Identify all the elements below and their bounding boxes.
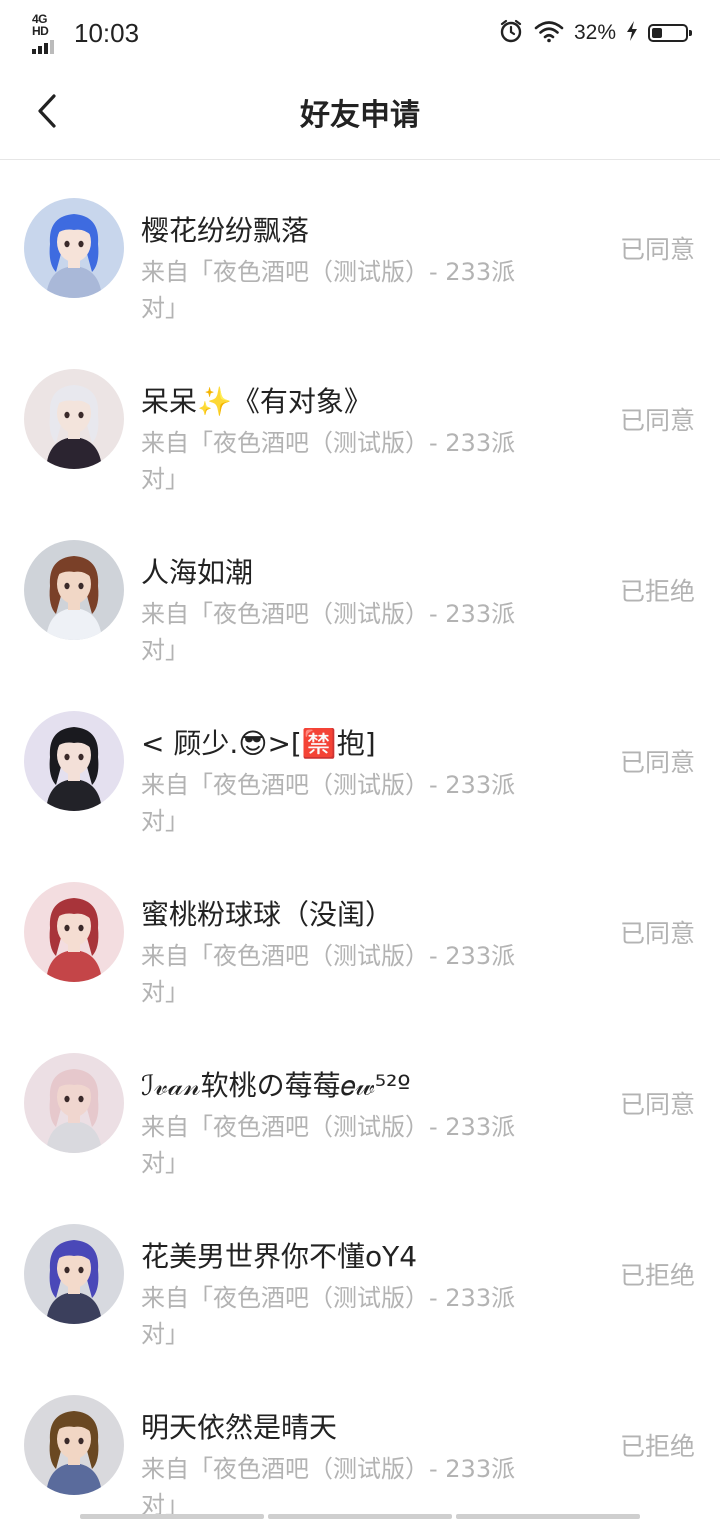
friend-request-row[interactable]: 樱花纷纷飘落来自「夜色酒吧（测试版）- 233派对」 已同意 (0, 160, 720, 331)
avatar[interactable] (24, 711, 124, 811)
avatar-figure-icon (46, 214, 102, 298)
avatar[interactable] (24, 882, 124, 982)
battery-fill (652, 28, 663, 38)
avatar-figure-icon (46, 556, 102, 640)
avatar[interactable] (24, 198, 124, 298)
request-source: 来自「夜色酒吧（测试版）- 233派对」 (141, 771, 516, 835)
request-status: 已拒绝 (619, 1432, 695, 1461)
wifi-icon (534, 19, 564, 48)
request-status: 已同意 (619, 1090, 695, 1119)
requester-name: 人海如潮 (141, 556, 254, 589)
requester-name: 明天依然是晴天 (141, 1411, 338, 1444)
request-status: 已同意 (619, 235, 695, 264)
requester-name: 呆呆✨《有对象》 (141, 385, 372, 418)
friend-request-row[interactable]: 呆呆✨《有对象》来自「夜色酒吧（测试版）- 233派对」 已同意 (0, 331, 720, 502)
avatar-figure-icon (46, 1069, 102, 1153)
page-title: 好友申请 (300, 98, 420, 133)
request-status: 已同意 (619, 748, 695, 777)
request-source: 来自「夜色酒吧（测试版）- 233派对」 (141, 1284, 516, 1348)
requester-name: ℐ𝓋𝒶𝓃软桃の莓莓𝑒𝓌⁵²º (141, 1069, 411, 1102)
avatar[interactable] (24, 1053, 124, 1153)
requester-name: < 顾少.😎>[🈲抱] (141, 727, 376, 760)
request-status: 已同意 (619, 406, 695, 435)
friend-request-row[interactable]: 人海如潮来自「夜色酒吧（测试版）- 233派对」 已拒绝 (0, 502, 720, 673)
avatar[interactable] (24, 540, 124, 640)
status-bar: 4G HD 10:03 32% (0, 0, 720, 66)
avatar[interactable] (24, 1395, 124, 1495)
friend-request-row[interactable]: < 顾少.😎>[🈲抱] 来自「夜色酒吧（测试版）- 233派对」 已同意 (0, 673, 720, 844)
avatar[interactable] (24, 1224, 124, 1324)
avatar-figure-icon (46, 1240, 102, 1324)
request-source: 来自「夜色酒吧（测试版）- 233派对」 (141, 600, 516, 664)
request-source: 来自「夜色酒吧（测试版）- 233派对」 (141, 429, 516, 493)
request-source: 来自「夜色酒吧（测试版）- 233派对」 (141, 942, 516, 1006)
request-source: 来自「夜色酒吧（测试版）- 233派对」 (141, 1455, 516, 1519)
charging-icon (626, 20, 638, 46)
request-status: 已拒绝 (619, 577, 695, 606)
request-source: 来自「夜色酒吧（测试版）- 233派对」 (141, 258, 516, 322)
top-nav-bar: 好友申请 (0, 66, 720, 160)
request-status: 已拒绝 (619, 1261, 695, 1290)
scroll-indicator (80, 1514, 640, 1519)
requester-name: 花美男世界你不懂oY4 (141, 1240, 418, 1273)
friend-request-list: 樱花纷纷飘落 来自「夜色酒吧（测试版）- 233派对」 已同意 呆呆✨《有对象》 来自「… (0, 160, 720, 1528)
battery-percent: 32% (573, 21, 616, 44)
avatar-figure-icon (46, 727, 102, 811)
requester-name: 樱花纷纷飘落 (141, 214, 310, 247)
friend-request-row[interactable]: 花美男世界你不懂oY4 来自「夜色酒吧（测试版）- 233派对」 已拒绝 (0, 1186, 720, 1357)
requester-name: 蜜桃粉球球（没闺） (141, 898, 394, 931)
avatar[interactable] (24, 369, 124, 469)
network-label: 4G HD (32, 11, 49, 38)
network-indicator: 4G HD (32, 13, 64, 54)
request-source: 来自「夜色酒吧（测试版）- 233派对」 (141, 1113, 516, 1177)
avatar-figure-icon (46, 1411, 102, 1495)
alarm-icon (498, 18, 524, 49)
friend-request-row[interactable]: ℐ𝓋𝒶𝓃软桃の莓莓𝑒𝓌⁵²º 来自「夜色酒吧（测试版）- 233派对」 已同意 (0, 1015, 720, 1186)
avatar-figure-icon (46, 385, 102, 469)
avatar-figure-icon (46, 898, 102, 982)
signal-icon (32, 39, 54, 54)
friend-request-row[interactable]: 明天依然是晴天来自「夜色酒吧（测试版）- 233派对」 已拒绝 (0, 1357, 720, 1528)
status-time: 10:03 (74, 17, 140, 48)
request-status: 已同意 (619, 919, 695, 948)
battery-icon (648, 24, 692, 42)
friend-request-row[interactable]: 蜜桃粉球球（没闺） 来自「夜色酒吧（测试版）- 233派对」 已同意 (0, 844, 720, 1015)
